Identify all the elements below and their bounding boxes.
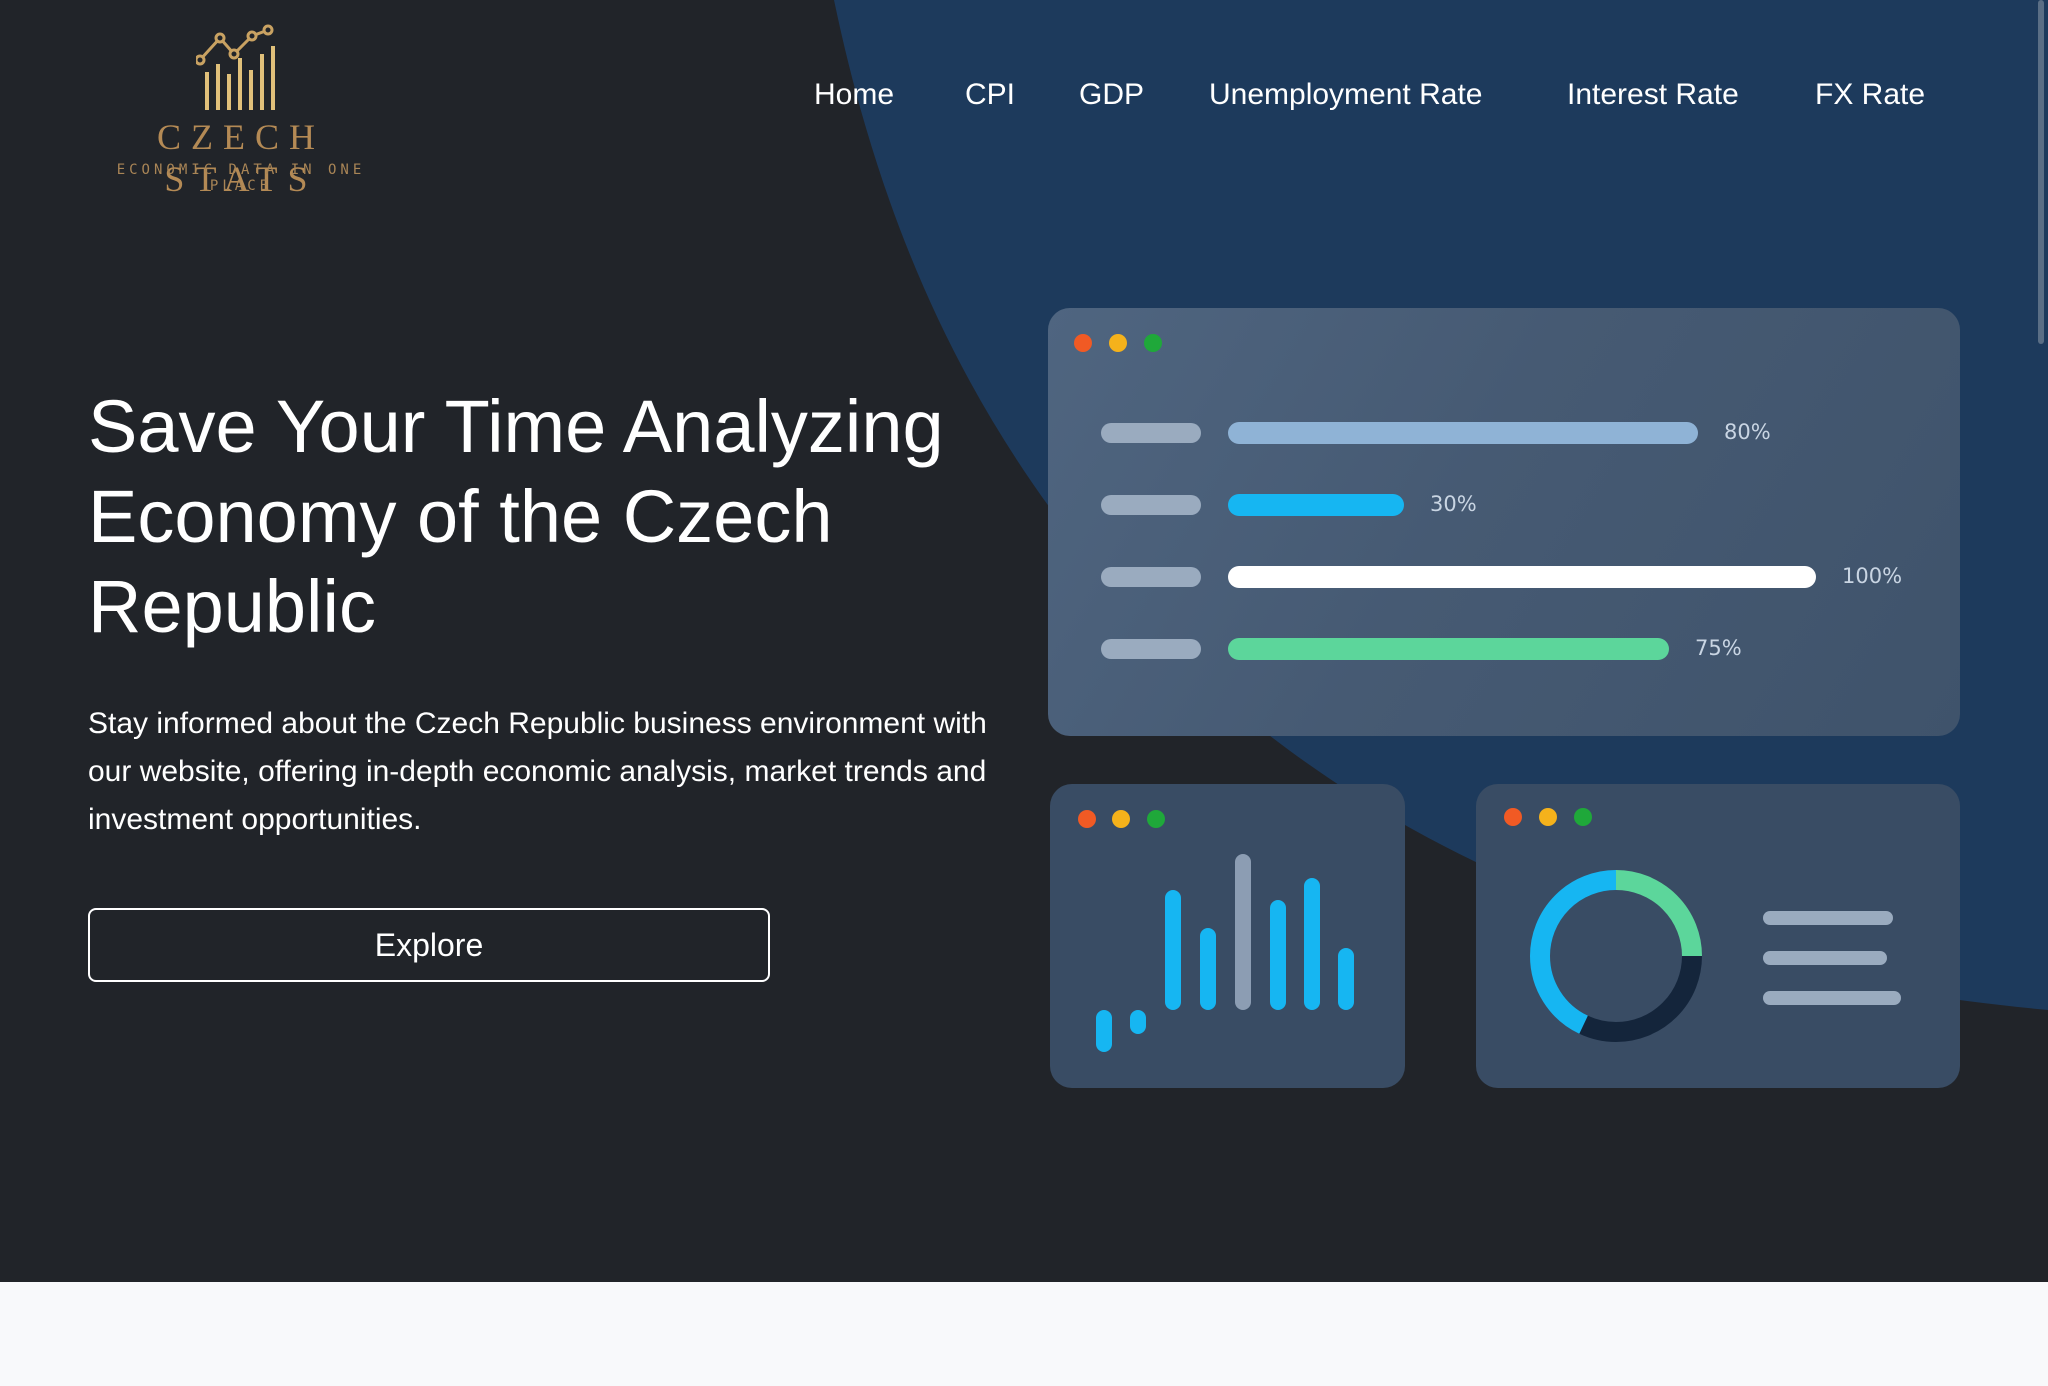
nav-gdp[interactable]: GDP: [1079, 78, 1144, 112]
dashboard-illustration-bars: [1050, 784, 1405, 1088]
progress-percent-label: 75%: [1695, 636, 1742, 660]
nav-home[interactable]: Home: [814, 78, 894, 112]
progress-bar: [1228, 494, 1404, 516]
progress-bar: [1228, 566, 1816, 588]
progress-percent-label: 30%: [1430, 492, 1477, 516]
dashboard-illustration-donut: [1476, 784, 1960, 1088]
nav-unemployment-rate[interactable]: Unemployment Rate: [1209, 78, 1482, 112]
bar-label-placeholder: [1101, 567, 1201, 587]
progress-bar: [1228, 422, 1698, 444]
bar-label-placeholder: [1101, 639, 1201, 659]
column-chart-graphic: [1096, 854, 1354, 1052]
window-dot-green: [1144, 334, 1162, 352]
hero-lead: Stay informed about the Czech Republic b…: [88, 707, 987, 836]
rising-bar-chart-icon: [196, 24, 275, 110]
bar-label-placeholder: [1101, 495, 1201, 515]
next-section-strip: [0, 1282, 2048, 1386]
nav-interest-rate[interactable]: Interest Rate: [1567, 78, 1739, 112]
page-scrollbar[interactable]: [2038, 0, 2044, 344]
brand-logo[interactable]: CZECH STATS ECONOMIC DATA IN ONE PLACE: [86, 24, 396, 199]
donut-chart-graphic: [1530, 870, 1901, 1042]
window-dot-yellow: [1109, 334, 1127, 352]
nav-cpi[interactable]: CPI: [965, 78, 1015, 112]
dashboard-illustration-progress: 80% 30% 100% 75%: [1048, 308, 1960, 736]
bar-label-placeholder: [1101, 423, 1201, 443]
progress-percent-label: 100%: [1842, 564, 1903, 588]
nav-fx-rate[interactable]: FX Rate: [1815, 78, 1925, 112]
window-dot-red: [1074, 334, 1092, 352]
hero-section: CZECH STATS ECONOMIC DATA IN ONE PLACE H…: [0, 0, 2048, 1282]
progress-percent-label: 80%: [1724, 420, 1771, 444]
logo-tagline: ECONOMIC DATA IN ONE PLACE: [116, 162, 366, 194]
progress-bar: [1228, 638, 1669, 660]
hero-headline: Save Your Time Analyzing Economy of the …: [88, 385, 944, 648]
explore-button[interactable]: Explore: [88, 908, 770, 982]
